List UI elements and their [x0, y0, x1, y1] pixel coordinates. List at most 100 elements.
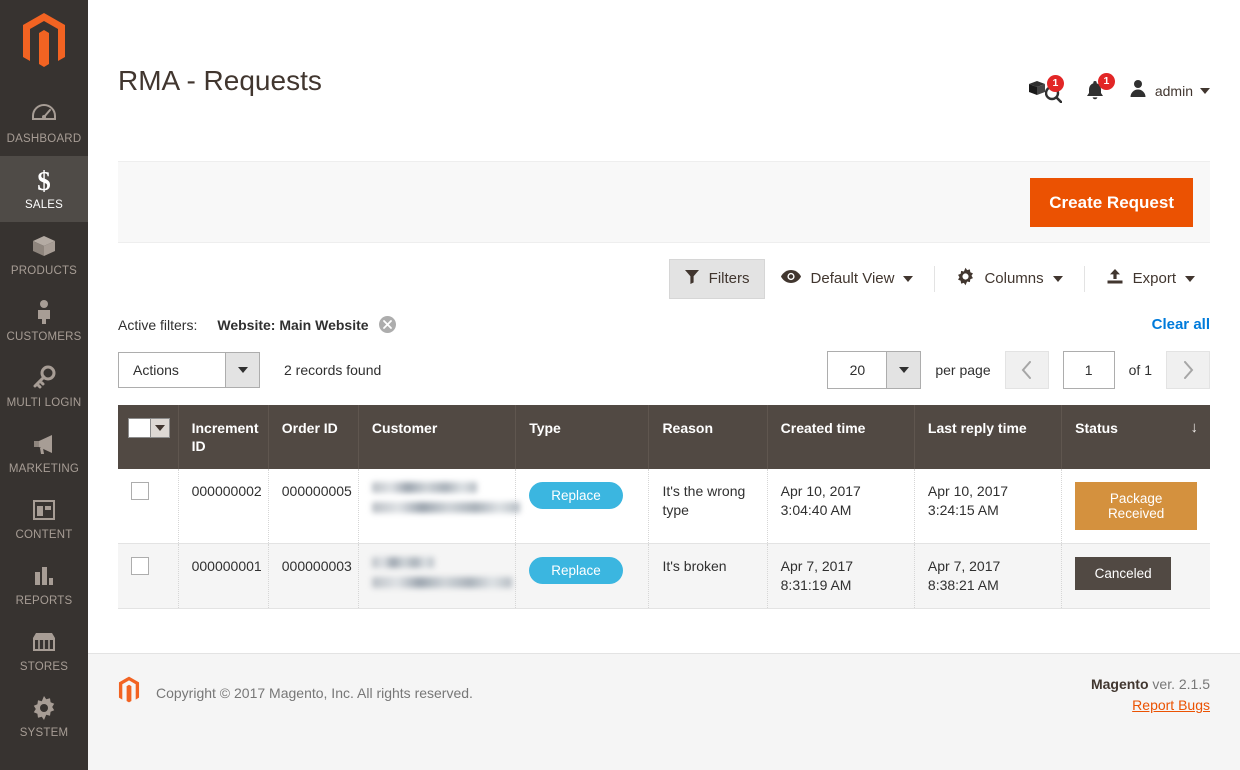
sidebar-item-find-partners[interactable]: FIND PARTNERS & EXTENSIONS [0, 756, 88, 770]
box-icon [30, 233, 58, 259]
version-number: ver. 2.1.5 [1148, 676, 1210, 692]
admin-user-name: admin [1154, 82, 1193, 99]
type-pill: Replace [529, 482, 623, 509]
table-row[interactable]: 000000001 000000003 Replace It's broken … [118, 543, 1210, 609]
page-total-label: of 1 [1128, 362, 1152, 378]
grid-toolbar: Filters Default View Columns Export [118, 243, 1210, 310]
package-search-icon[interactable]: 1 [1028, 74, 1064, 103]
column-header-last-reply-time[interactable]: Last reply time [914, 405, 1063, 469]
header-controls: 1 1 admin [1028, 64, 1210, 103]
footer-right: Magento ver. 2.1.5 Report Bugs [1091, 676, 1210, 713]
column-header-created-time[interactable]: Created time [767, 405, 915, 469]
sidebar-item-multi-login[interactable]: MULTI LOGIN [0, 354, 88, 420]
sidebar-item-dashboard[interactable]: DASHBOARD [0, 90, 88, 156]
actions-select[interactable]: Actions [118, 352, 260, 388]
column-label: Type [529, 420, 561, 436]
clear-all-link[interactable]: Clear all [1152, 316, 1210, 333]
active-filters-label: Active filters: [118, 316, 198, 333]
sidebar-item-label: CONTENT [15, 529, 73, 541]
column-header-increment-id[interactable]: Increment ID [178, 405, 269, 469]
default-view-button[interactable]: Default View [765, 259, 929, 298]
cell-created-time: Apr 7, 2017 8:31:19 AM [767, 543, 915, 609]
column-header-status[interactable]: Status ↓ [1061, 405, 1210, 469]
version-brand: Magento [1090, 676, 1149, 692]
type-pill: Replace [529, 557, 623, 584]
cell-order-id: 000000005 [268, 469, 359, 544]
export-button[interactable]: Export [1091, 258, 1210, 299]
redacted-customer-email [371, 502, 520, 513]
chevron-down-icon[interactable] [150, 419, 169, 438]
close-icon[interactable] [378, 316, 396, 333]
sidebar-item-system[interactable]: SYSTEM [0, 684, 88, 750]
sidebar-item-label: STORES [19, 661, 69, 673]
dollar-icon: $ [33, 166, 55, 194]
chevron-down-icon [1200, 87, 1210, 94]
cell-increment-id: 000000002 [178, 469, 269, 544]
sidebar-item-label: CUSTOMERS [6, 331, 82, 343]
grid-container: Filters Default View Columns Export Acti… [88, 243, 1240, 609]
select-all-header [118, 405, 179, 469]
cell-customer [358, 543, 517, 609]
layout-icon [32, 497, 56, 523]
row-checkbox[interactable] [131, 482, 149, 500]
redacted-customer-name [371, 482, 477, 493]
sidebar-item-marketing[interactable]: MARKETING [0, 420, 88, 486]
actions-select-value: Actions [133, 362, 179, 378]
cell-reason: It's broken [648, 543, 768, 609]
chevron-down-icon [903, 275, 914, 282]
sidebar-item-customers[interactable]: CUSTOMERS [0, 288, 88, 354]
grid-controls-left: Actions 2 records found [118, 352, 381, 388]
grid-controls-row: Actions 2 records found 20 per page 1 of… [118, 347, 1210, 405]
previous-page-button[interactable] [1004, 351, 1049, 389]
admin-user-menu[interactable]: admin [1128, 78, 1210, 103]
column-header-reason[interactable]: Reason [648, 405, 768, 469]
bell-icon[interactable]: 1 [1084, 72, 1115, 103]
cell-last-reply-time: Apr 10, 2017 3:24:15 AM [914, 469, 1063, 544]
sidebar-item-label: SYSTEM [19, 727, 69, 739]
toolbar-divider [934, 265, 936, 292]
cell-last-reply-time: Apr 7, 2017 8:38:21 AM [914, 543, 1063, 609]
column-header-order-id[interactable]: Order ID [268, 405, 359, 469]
funnel-icon [684, 269, 700, 289]
select-all-checkbox-dropdown[interactable] [128, 418, 170, 439]
export-upload-icon [1106, 268, 1124, 289]
create-request-button[interactable]: Create Request [1030, 177, 1193, 227]
cell-increment-id: 000000001 [178, 543, 269, 609]
page-content: RMA - Requests 1 1 admin [88, 0, 1240, 161]
sort-descending-icon: ↓ [1190, 419, 1199, 436]
per-page-label: per page [935, 362, 991, 378]
filters-button[interactable]: Filters [668, 258, 765, 299]
report-bugs-link[interactable]: Report Bugs [1091, 697, 1210, 713]
column-header-type[interactable]: Type [515, 405, 650, 469]
sidebar-item-label: DASHBOARD [6, 133, 82, 145]
sidebar-item-sales[interactable]: $ SALES [0, 156, 88, 222]
table-row[interactable]: 000000002 000000005 Replace It's the wro… [118, 469, 1210, 544]
rma-requests-table: Increment ID Order ID Customer Type Reas… [118, 405, 1210, 609]
toolbar-divider [1083, 265, 1085, 292]
sidebar-item-reports[interactable]: REPORTS [0, 552, 88, 618]
sidebar-item-products[interactable]: PRODUCTS [0, 222, 88, 288]
dashboard-icon [30, 101, 58, 127]
export-label: Export [1132, 270, 1176, 287]
sidebar-item-content[interactable]: CONTENT [0, 486, 88, 552]
active-filters-left: Active filters: Website: Main Website [118, 316, 396, 333]
column-header-customer[interactable]: Customer [358, 405, 517, 469]
sidebar-item-stores[interactable]: STORES [0, 618, 88, 684]
chevron-down-icon [1052, 275, 1063, 282]
select-all-checkbox[interactable] [129, 419, 150, 437]
column-label: Created time [780, 420, 866, 436]
magento-logo-icon[interactable] [21, 0, 67, 86]
columns-button[interactable]: Columns [941, 257, 1077, 300]
user-avatar-icon [1128, 78, 1148, 103]
chevron-down-icon[interactable] [886, 352, 921, 388]
page-number-input[interactable] [1062, 351, 1115, 389]
per-page-select[interactable]: 20 [827, 351, 922, 389]
active-filter-chip: Website: Main Website [217, 316, 396, 333]
chevron-down-icon[interactable] [225, 353, 259, 387]
column-label: Last reply time [927, 420, 1027, 436]
gear-icon [31, 695, 57, 721]
table-header: Increment ID Order ID Customer Type Reas… [118, 405, 1210, 469]
row-checkbox[interactable] [131, 557, 149, 575]
next-page-button[interactable] [1166, 351, 1210, 389]
